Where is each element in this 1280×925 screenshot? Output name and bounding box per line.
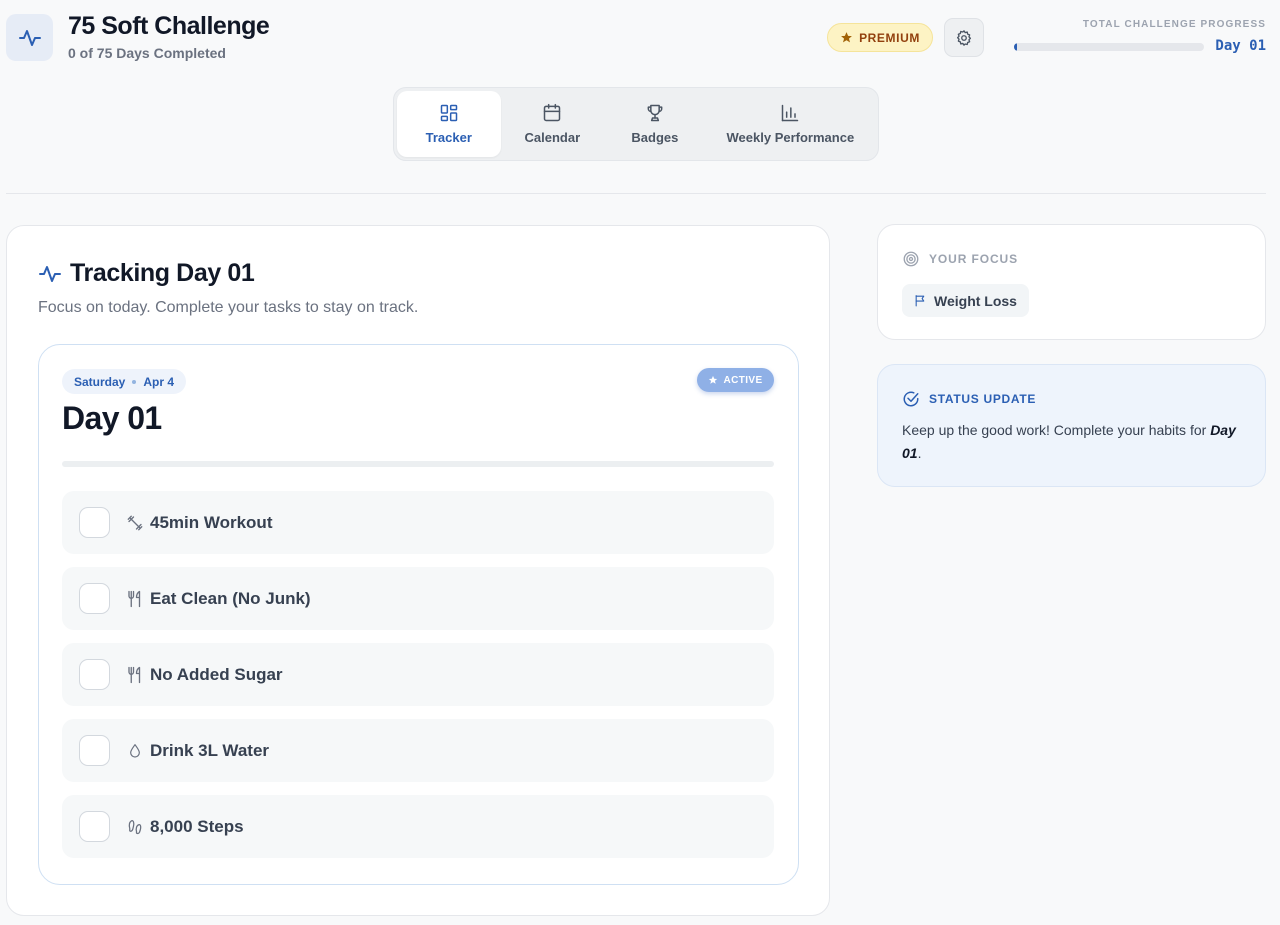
date-pill: Saturday Apr 4 xyxy=(62,369,187,394)
focus-value: Weight Loss xyxy=(934,292,1017,309)
focus-pill: Weight Loss xyxy=(902,284,1029,317)
day-card: Saturday Apr 4 ACTIVE Day 01 45min Worko… xyxy=(38,344,799,885)
section-divider xyxy=(6,193,1266,194)
focus-card: YOUR FOCUS Weight Loss xyxy=(877,224,1266,340)
task-label: Drink 3L Water xyxy=(150,740,270,760)
current-day-label: Day 01 xyxy=(1215,38,1266,54)
task-item[interactable]: 45min Workout xyxy=(62,491,774,554)
status-text-prefix: Keep up the good work! Complete your hab… xyxy=(902,422,1207,438)
calendar-icon xyxy=(544,103,561,122)
bar-chart-icon xyxy=(782,104,799,122)
target-icon xyxy=(903,251,919,267)
premium-label: PREMIUM xyxy=(859,30,920,45)
star-icon xyxy=(709,375,718,384)
tab-label: Badges xyxy=(631,130,679,145)
task-label: Eat Clean (No Junk) xyxy=(150,588,311,608)
status-label: STATUS UPDATE xyxy=(929,392,1037,406)
task-label: No Added Sugar xyxy=(150,664,283,684)
tab-label: Tracker xyxy=(425,130,472,145)
task-label: 8,000 Steps xyxy=(150,816,244,836)
tracker-header: Tracking Day 01 xyxy=(38,259,255,288)
app-header: 75 Soft Challenge 0 of 75 Days Completed… xyxy=(0,0,1280,80)
date-label: Apr 4 xyxy=(143,374,175,389)
main-tabs: Tracker Calendar Badges Weekly Performan… xyxy=(393,87,879,161)
premium-badge[interactable]: PREMIUM xyxy=(827,23,933,52)
focus-header: YOUR FOCUS xyxy=(902,250,1018,268)
check-circle-icon xyxy=(903,391,919,407)
task-item[interactable]: No Added Sugar xyxy=(62,643,774,706)
settings-button[interactable] xyxy=(944,18,984,57)
total-progress-bar xyxy=(1014,43,1204,51)
dashboard-icon xyxy=(440,104,458,122)
tab-label: Calendar xyxy=(524,130,581,145)
task-item[interactable]: 8,000 Steps xyxy=(62,795,774,858)
flag-icon xyxy=(915,295,925,307)
status-card: STATUS UPDATE Keep up the good work! Com… xyxy=(877,364,1266,487)
task-item[interactable]: Eat Clean (No Junk) xyxy=(62,567,774,630)
tab-label: Weekly Performance xyxy=(726,130,855,145)
focus-label: YOUR FOCUS xyxy=(929,252,1019,266)
gear-icon xyxy=(956,29,972,46)
status-text-suffix: . xyxy=(917,445,922,461)
utensils-icon xyxy=(125,665,145,685)
tab-badges[interactable]: Badges xyxy=(604,91,706,157)
activity-icon xyxy=(39,265,61,282)
trophy-icon xyxy=(647,104,663,122)
weekday-label: Saturday xyxy=(74,374,126,389)
dumbbell-icon xyxy=(125,513,145,533)
task-label: 45min Workout xyxy=(150,512,273,532)
app-title: 75 Soft Challenge xyxy=(68,12,270,40)
total-progress-label: TOTAL CHALLENGE PROGRESS xyxy=(1082,19,1266,30)
footprints-icon xyxy=(125,817,145,837)
day-heading: Day 01 xyxy=(62,400,162,436)
task-checkbox[interactable] xyxy=(79,507,110,538)
task-checkbox[interactable] xyxy=(79,659,110,690)
task-item[interactable]: Drink 3L Water xyxy=(62,719,774,782)
tracker-subtitle: Focus on today. Complete your tasks to s… xyxy=(38,299,419,316)
task-checkbox[interactable] xyxy=(79,735,110,766)
activity-icon xyxy=(6,14,53,61)
tab-calendar[interactable]: Calendar xyxy=(501,91,605,157)
tab-weekly-performance[interactable]: Weekly Performance xyxy=(706,91,875,157)
utensils-icon xyxy=(125,589,145,609)
status-message: Keep up the good work! Complete your hab… xyxy=(902,419,1247,465)
days-completed-text: 0 of 75 Days Completed xyxy=(68,45,226,61)
task-checkbox[interactable] xyxy=(79,583,110,614)
active-badge: ACTIVE xyxy=(697,368,774,392)
day-progress-bar xyxy=(62,461,774,467)
active-label: ACTIVE xyxy=(723,374,763,386)
status-header: STATUS UPDATE xyxy=(902,390,1036,408)
tab-tracker[interactable]: Tracker xyxy=(397,91,501,157)
star-icon xyxy=(841,32,852,43)
tracker-panel: Tracking Day 01 Focus on today. Complete… xyxy=(6,225,830,916)
tracker-title: Tracking Day 01 xyxy=(70,259,255,287)
droplet-icon xyxy=(125,741,145,761)
task-checkbox[interactable] xyxy=(79,811,110,842)
separator-dot xyxy=(132,379,137,384)
total-progress-fill xyxy=(1014,43,1017,51)
